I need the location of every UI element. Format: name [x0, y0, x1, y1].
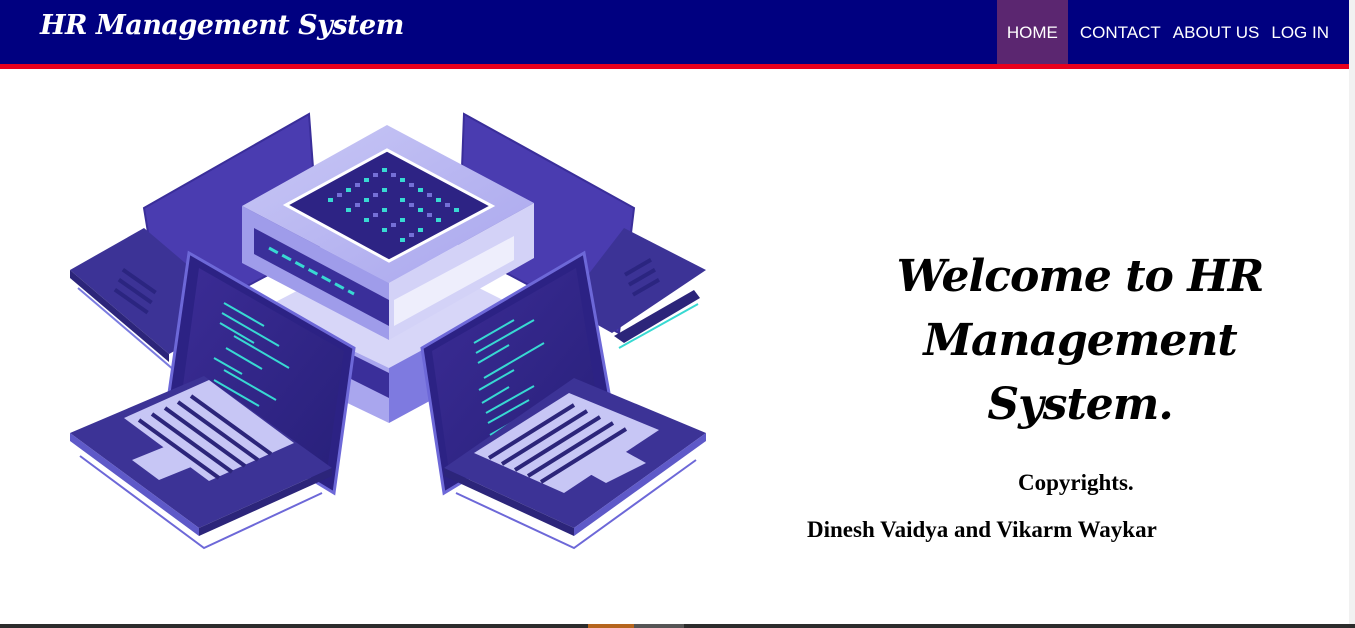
nav-contact[interactable]: CONTACT — [1074, 0, 1167, 64]
nav-log-in[interactable]: LOG IN — [1265, 0, 1349, 64]
welcome-line-2: Management System. — [923, 315, 1237, 430]
welcome-heading: Welcome to HR Management System. — [860, 245, 1300, 437]
welcome-line-1: Welcome to HR — [896, 251, 1265, 302]
bottom-taskbar-accent-2 — [634, 624, 684, 628]
copyright-label: Copyrights. — [1018, 470, 1134, 495]
nav-home[interactable]: HOME — [996, 0, 1068, 64]
nav-links: HOME CONTACT ABOUT US LOG IN — [996, 0, 1349, 64]
hero-illustration — [70, 112, 706, 550]
authors-text: Dinesh Vaidya and Vikarm Waykar — [807, 517, 1157, 542]
scrollbar[interactable] — [1349, 0, 1355, 628]
brand-title[interactable]: HR Management System — [40, 10, 404, 41]
bottom-taskbar-accent — [588, 624, 634, 628]
top-navbar: HR Management System HOME CONTACT ABOUT … — [0, 0, 1349, 69]
nav-about-us[interactable]: ABOUT US — [1167, 0, 1266, 64]
